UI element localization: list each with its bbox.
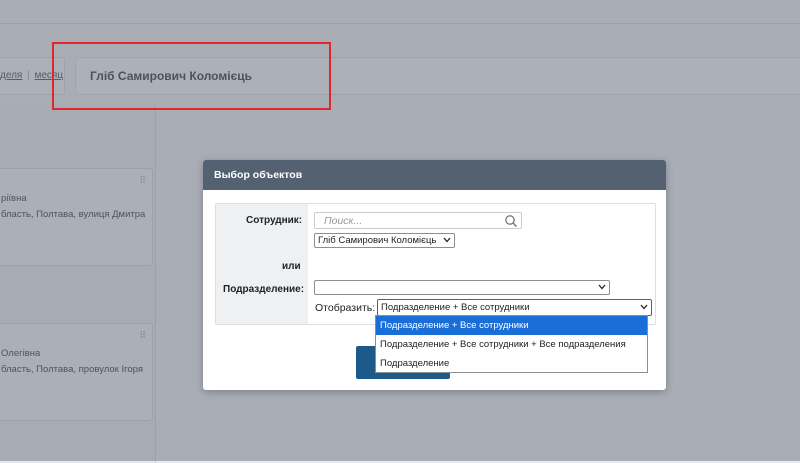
chevron-down-icon [640, 304, 648, 310]
employee-select-value: Гліб Самирович Коломієць [318, 235, 437, 246]
department-label: Подразделение: [223, 284, 305, 295]
highlight-box [52, 42, 331, 110]
or-label: или [282, 261, 301, 272]
option-department[interactable]: Подразделение [376, 354, 647, 373]
selection-form: Сотрудник: или Подразделение: Поиск... Г… [215, 203, 656, 325]
show-options-dropdown: Подразделение + Все сотрудники Подраздел… [375, 315, 648, 373]
department-select[interactable] [314, 280, 610, 295]
search-input[interactable]: Поиск... [314, 212, 522, 229]
dialog-title: Выбор объектов [203, 160, 666, 190]
option-department-all-employees-all-departments[interactable]: Подразделение + Все сотрудники + Все под… [376, 335, 647, 354]
show-label: Отобразить: [315, 302, 376, 314]
show-select-value: Подразделение + Все сотрудники [381, 302, 530, 313]
option-department-all-employees[interactable]: Подразделение + Все сотрудники [376, 316, 647, 335]
employee-label: Сотрудник: [246, 215, 303, 226]
select-objects-dialog: Выбор объектов Сотрудник: или Подразделе… [203, 160, 666, 390]
show-select[interactable]: Подразделение + Все сотрудники [377, 299, 652, 316]
chevron-down-icon [598, 284, 606, 290]
search-placeholder: Поиск... [324, 215, 363, 227]
chevron-down-icon [443, 237, 451, 243]
employee-select[interactable]: Гліб Самирович Коломієць [314, 233, 455, 248]
search-icon[interactable] [504, 214, 518, 228]
